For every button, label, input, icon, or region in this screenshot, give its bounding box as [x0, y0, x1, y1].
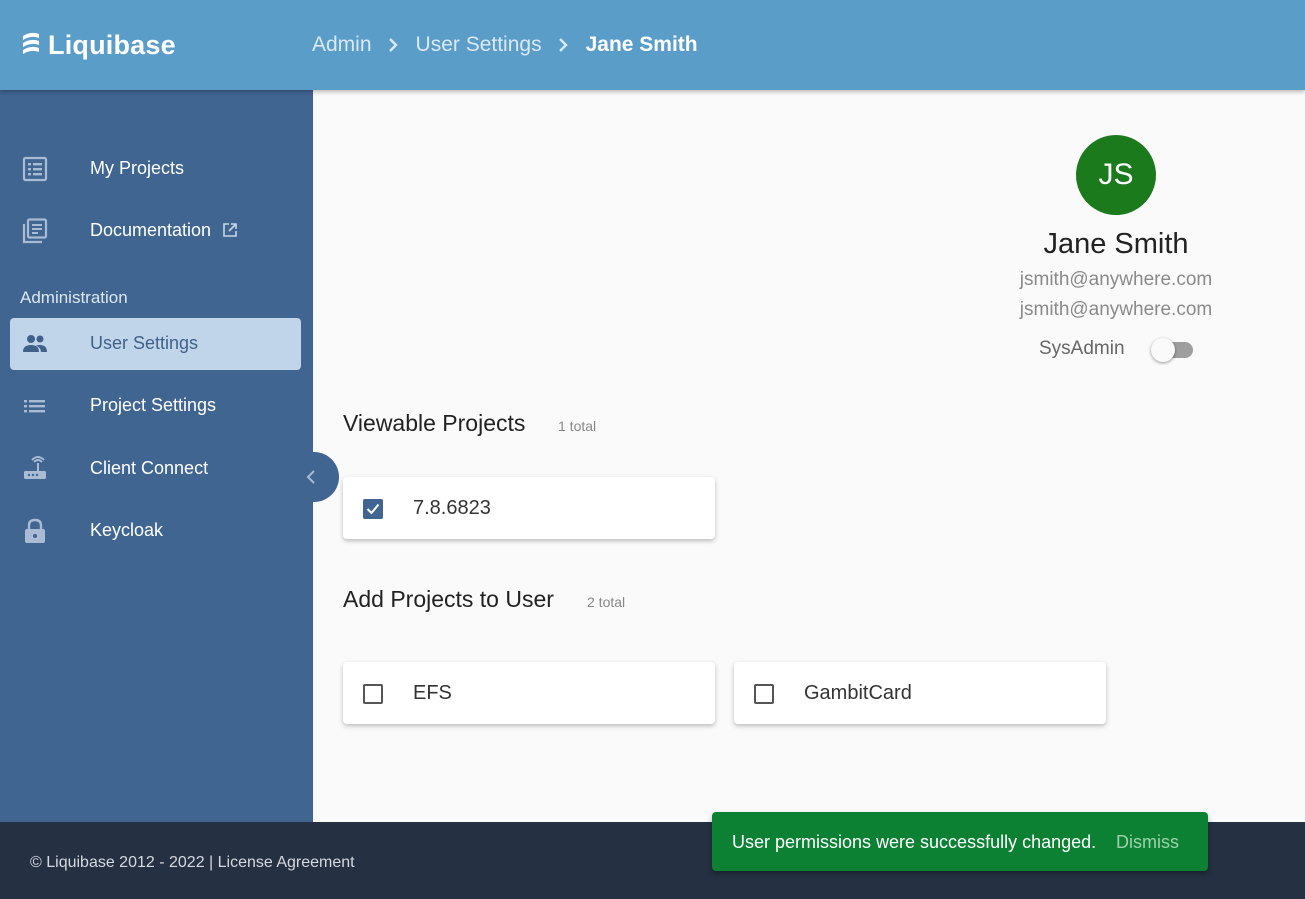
toggle-thumb [1151, 338, 1175, 362]
sidebar-item-label: Documentation [90, 220, 212, 240]
list-icon [24, 400, 45, 413]
chevron-right-icon [558, 37, 570, 53]
sidebar-item-label: Project Settings [90, 395, 217, 415]
collapse-sidebar-button[interactable] [289, 452, 339, 502]
breadcrumb-admin[interactable]: Admin [312, 33, 372, 57]
sidebar-item-label: Keycloak [90, 520, 164, 540]
top-bar: Liquibase Admin User Settings Jane Smith [0, 0, 1305, 90]
avatar: JS [1076, 135, 1156, 215]
viewable-projects-count: 1 total [558, 418, 597, 434]
user-email: jsmith@anywhere.com [1019, 269, 1213, 290]
user-username: jsmith@anywhere.com [1019, 299, 1213, 320]
liquibase-logo-icon [23, 32, 39, 54]
project-checkbox[interactable] [363, 684, 383, 704]
sidebar-item-label: Client Connect [90, 458, 209, 478]
sysadmin-toggle[interactable] [1151, 338, 1195, 362]
sysadmin-label: SysAdmin [1039, 338, 1125, 359]
breadcrumb-current: Jane Smith [585, 33, 698, 56]
viewable-projects-title: Viewable Projects [343, 410, 526, 436]
user-name: Jane Smith [1043, 228, 1189, 260]
project-card-gambitcard[interactable]: GambitCard [734, 662, 1106, 724]
footer-copyright[interactable]: © Liquibase 2012 - 2022 | License Agreem… [30, 854, 355, 872]
breadcrumb: Admin User Settings Jane Smith [312, 32, 698, 58]
external-link-icon [223, 223, 237, 237]
project-name: EFS [413, 682, 452, 704]
sidebar-item-project-settings[interactable]: Project Settings [10, 380, 301, 432]
add-projects-count: 2 total [587, 594, 626, 610]
lock-icon [25, 518, 45, 543]
project-card-efs[interactable]: EFS [343, 662, 715, 724]
sidebar-item-label: User Settings [90, 333, 199, 353]
project-card-7-8-6823[interactable]: 7.8.6823 [343, 477, 715, 539]
sidebar-item-documentation[interactable]: Documentation [10, 205, 301, 257]
chevron-right-icon [388, 37, 400, 53]
success-toast: User permissions were successfully chang… [712, 812, 1208, 871]
add-projects-title: Add Projects to User [343, 586, 554, 612]
project-checkbox[interactable] [754, 684, 774, 704]
breadcrumb-user-settings[interactable]: User Settings [416, 33, 542, 57]
check-icon [366, 503, 380, 515]
people-icon [23, 335, 47, 352]
toast-message: User permissions were successfully chang… [732, 832, 1097, 852]
sidebar-item-my-projects[interactable]: My Projects [10, 143, 301, 195]
liquibase-logo[interactable]: Liquibase [20, 28, 176, 62]
logo-text: Liquibase [48, 29, 176, 60]
sidebar: My Projects Documentation Administration… [0, 90, 313, 822]
project-checkbox[interactable] [363, 499, 383, 519]
sidebar-item-label-wrap: Documentation [90, 220, 238, 241]
list-alt-icon [22, 156, 48, 182]
sidebar-item-user-settings[interactable]: User Settings [10, 318, 301, 370]
sidebar-item-label: My Projects [90, 158, 185, 178]
router-icon [24, 456, 46, 479]
sidebar-item-client-connect[interactable]: Client Connect [10, 443, 301, 495]
sidebar-item-keycloak[interactable]: Keycloak [10, 505, 301, 557]
project-name: GambitCard [804, 682, 912, 704]
dismiss-button[interactable]: Dismiss [1116, 832, 1179, 853]
main-content: JS Jane Smith jsmith@anywhere.com jsmith… [313, 90, 1305, 822]
chevron-left-icon [306, 470, 315, 484]
project-name: 7.8.6823 [413, 497, 491, 519]
library-books-icon [22, 218, 48, 244]
section-label-administration: Administration [20, 288, 128, 307]
